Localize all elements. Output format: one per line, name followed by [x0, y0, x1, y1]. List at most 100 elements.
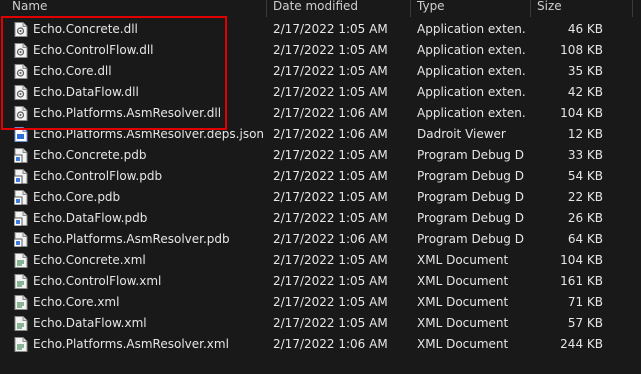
- file-date-modified: 2/17/2022 1:06 AM: [273, 337, 388, 351]
- column-divider[interactable]: [632, 0, 633, 17]
- file-size: 12 KB: [567, 127, 603, 141]
- file-row[interactable]: Echo.ControlFlow.dll 2/17/2022 1:05 AM App…: [0, 40, 641, 61]
- xml-file-icon: [14, 316, 28, 331]
- file-date-modified: 2/17/2022 1:06 AM: [273, 106, 388, 120]
- file-size: 71 KB: [567, 295, 603, 309]
- file-name: Echo.Concrete.dll: [33, 22, 138, 36]
- file-type: Program Debug D...: [417, 169, 525, 183]
- file-name: Echo.Concrete.pdb: [33, 148, 147, 162]
- dll-file-icon: [14, 43, 28, 58]
- file-date-modified: 2/17/2022 1:05 AM: [273, 64, 388, 78]
- file-name: Echo.ControlFlow.xml: [33, 274, 162, 288]
- file-row[interactable]: Echo.Core.pdb 2/17/2022 1:05 AM Program De…: [0, 187, 641, 208]
- file-size: 33 KB: [567, 148, 603, 162]
- file-row[interactable]: Echo.Platforms.AsmResolver.xml 2/17/2022 …: [0, 334, 641, 355]
- file-type: Dadroit Viewer: [417, 127, 506, 141]
- pdb-file-icon: [13, 148, 28, 164]
- file-date-modified: 2/17/2022 1:05 AM: [273, 148, 388, 162]
- file-name: Echo.ControlFlow.pdb: [33, 169, 163, 183]
- file-row[interactable]: Echo.Platforms.AsmResolver.dll 2/17/2022 …: [0, 103, 641, 124]
- file-row[interactable]: Echo.ControlFlow.pdb 2/17/2022 1:05 AM Pro…: [0, 166, 641, 187]
- column-header-size[interactable]: Size: [537, 0, 562, 17]
- file-type: Application exten...: [417, 43, 525, 57]
- file-size: 244 KB: [560, 337, 603, 351]
- file-type: Program Debug D...: [417, 232, 525, 246]
- file-row[interactable]: Echo.Concrete.pdb 2/17/2022 1:05 AM Progra…: [0, 145, 641, 166]
- file-row[interactable]: Echo.DataFlow.xml 2/17/2022 1:05 AM XML Do…: [0, 313, 641, 334]
- file-size: 108 KB: [560, 43, 603, 57]
- file-row[interactable]: Echo.Concrete.xml 2/17/2022 1:05 AM XML Do…: [0, 250, 641, 271]
- file-date-modified: 2/17/2022 1:05 AM: [273, 169, 388, 183]
- pdb-file-icon: [13, 211, 28, 227]
- file-size: 64 KB: [567, 232, 603, 246]
- file-name: Echo.DataFlow.pdb: [33, 211, 148, 225]
- file-size: 57 KB: [567, 316, 603, 330]
- xml-file-icon: [14, 295, 28, 310]
- file-date-modified: 2/17/2022 1:06 AM: [273, 232, 388, 246]
- file-type: XML Document: [417, 253, 509, 267]
- file-type: XML Document: [417, 274, 509, 288]
- file-row[interactable]: Echo.DataFlow.pdb 2/17/2022 1:05 AM Progra…: [0, 208, 641, 229]
- file-date-modified: 2/17/2022 1:05 AM: [273, 295, 388, 309]
- file-name: Echo.DataFlow.xml: [33, 316, 147, 330]
- file-name: Echo.ControlFlow.dll: [33, 43, 154, 57]
- file-type: XML Document: [417, 316, 509, 330]
- dll-file-icon: [14, 85, 28, 100]
- file-name: Echo.Core.xml: [33, 295, 120, 309]
- column-divider[interactable]: [410, 0, 411, 17]
- xml-file-icon: [14, 337, 28, 352]
- file-row[interactable]: Echo.Core.xml 2/17/2022 1:05 AM XML Docume…: [0, 292, 641, 313]
- dll-file-icon: [14, 22, 28, 37]
- file-type: Application exten...: [417, 22, 525, 36]
- file-type: Program Debug D...: [417, 190, 525, 204]
- file-date-modified: 2/17/2022 1:05 AM: [273, 211, 388, 225]
- file-row[interactable]: Echo.Platforms.AsmResolver.deps.json 2/17…: [0, 124, 641, 145]
- file-name: Echo.Platforms.AsmResolver.pdb: [33, 232, 230, 246]
- file-row[interactable]: Echo.DataFlow.dll 2/17/2022 1:05 AM Applic…: [0, 82, 641, 103]
- file-date-modified: 2/17/2022 1:05 AM: [273, 190, 388, 204]
- file-date-modified: 2/17/2022 1:05 AM: [273, 316, 388, 330]
- file-size: 42 KB: [567, 85, 603, 99]
- xml-file-icon: [14, 274, 28, 289]
- file-name: Echo.Platforms.AsmResolver.xml: [33, 337, 229, 351]
- file-size: 104 KB: [560, 253, 603, 267]
- pdb-file-icon: [13, 169, 28, 185]
- file-type: XML Document: [417, 337, 509, 351]
- file-name: Echo.Platforms.AsmResolver.deps.json: [33, 127, 265, 141]
- dll-file-icon: [14, 106, 28, 121]
- file-row[interactable]: Echo.Platforms.AsmResolver.pdb 2/17/2022 …: [0, 229, 641, 250]
- file-row[interactable]: Echo.Core.dll 2/17/2022 1:05 AM Applicatio…: [0, 61, 641, 82]
- column-header-type[interactable]: Type: [417, 0, 445, 17]
- column-divider[interactable]: [530, 0, 531, 17]
- file-type: Application exten...: [417, 106, 525, 120]
- column-divider[interactable]: [266, 0, 267, 17]
- file-size: 35 KB: [567, 64, 603, 78]
- file-date-modified: 2/17/2022 1:06 AM: [273, 127, 388, 141]
- pdb-file-icon: [13, 190, 28, 206]
- file-row[interactable]: Echo.Concrete.dll 2/17/2022 1:05 AM Applic…: [0, 19, 641, 40]
- file-name: Echo.Platforms.AsmResolver.dll: [33, 106, 222, 120]
- file-size: 161 KB: [560, 274, 603, 288]
- file-date-modified: 2/17/2022 1:05 AM: [273, 43, 388, 57]
- dll-file-icon: [14, 64, 28, 79]
- column-header-name[interactable]: Name: [12, 0, 47, 17]
- file-type: Program Debug D...: [417, 211, 525, 225]
- pdb-file-icon: [13, 232, 28, 248]
- file-date-modified: 2/17/2022 1:05 AM: [273, 22, 388, 36]
- file-date-modified: 2/17/2022 1:05 AM: [273, 85, 388, 99]
- file-name: Echo.Core.dll: [33, 64, 112, 78]
- file-size: 46 KB: [567, 22, 603, 36]
- json-file-icon: [14, 127, 28, 142]
- file-size: 26 KB: [567, 211, 603, 225]
- file-size: 54 KB: [567, 169, 603, 183]
- file-type: XML Document: [417, 295, 509, 309]
- file-name: Echo.Core.pdb: [33, 190, 121, 204]
- file-name: Echo.DataFlow.dll: [33, 85, 139, 99]
- file-date-modified: 2/17/2022 1:05 AM: [273, 253, 388, 267]
- file-size: 22 KB: [567, 190, 603, 204]
- file-row[interactable]: Echo.ControlFlow.xml 2/17/2022 1:05 AM XML…: [0, 271, 641, 292]
- column-header-date[interactable]: Date modified: [273, 0, 358, 17]
- column-header: Name Date modified Type Size: [0, 0, 641, 17]
- file-type: Application exten...: [417, 64, 525, 78]
- file-type: Application exten...: [417, 85, 525, 99]
